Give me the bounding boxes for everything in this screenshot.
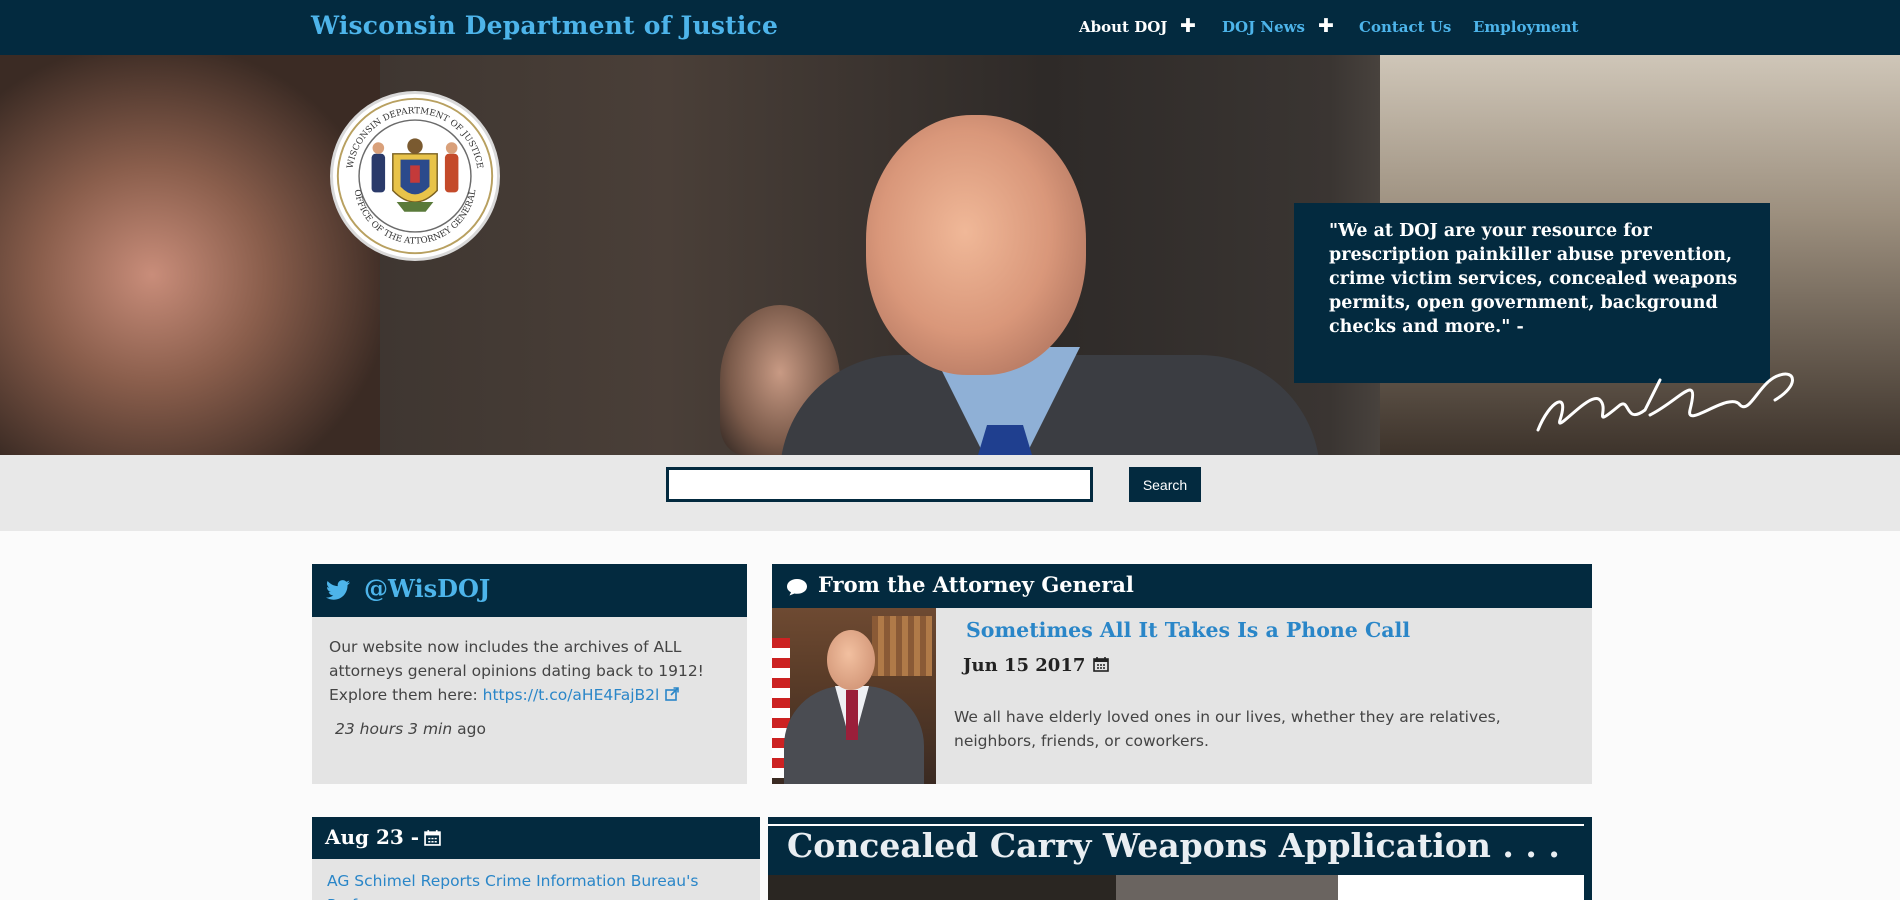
nav-employment[interactable]: Employment [1473,18,1578,36]
nav-about-doj[interactable]: About DOJ [1079,18,1167,36]
tweet-card: Our website now includes the archives of… [312,617,747,784]
tweet-text: Our website now includes the archives of… [329,635,729,707]
ag-article-title-link[interactable]: Sometimes All It Takes Is a Phone Call [966,618,1410,642]
search-button[interactable]: Search [1129,467,1201,502]
ccw-feature-title-link[interactable]: Concealed Carry Weapons Application . . … [787,826,1560,865]
twitter-icon[interactable] [326,579,350,601]
hero-photo-face [866,115,1086,375]
external-link-icon[interactable] [665,687,680,701]
twitter-panel-header: @WisDOJ [312,564,747,617]
ag-quote-box: "We at DOJ are your resource for prescri… [1294,203,1770,383]
tweet-time-elapsed: 23 hours 3 min [335,720,453,738]
twitter-handle-link[interactable]: @WisDOJ [364,574,490,603]
tweet-time-suffix: ago [452,720,486,738]
news-headline-link[interactable]: AG Schimel Reports Crime Information Bur… [327,869,745,900]
tweet-link[interactable]: https://t.co/aHE4FajB2l [483,686,660,704]
site-title-link[interactable]: Wisconsin Department of Justice [311,11,778,40]
portrait-face [827,630,875,690]
ccw-image-3 [1338,875,1584,900]
bookshelf-graphic [872,616,932,676]
calendar-icon [1093,657,1110,672]
ag-panel-header: From the Attorney General [772,564,1592,608]
calendar-icon [424,830,441,846]
tweet-timestamp: 23 hours 3 min ago [329,717,729,741]
plus-icon[interactable]: ✚ [1318,15,1334,37]
news-item-header: Aug 23 - [312,817,760,859]
speech-bubble-icon [787,579,807,596]
hero-photo-left [0,55,380,455]
nav-doj-news[interactable]: DOJ News [1222,18,1305,36]
ag-panel-title: From the Attorney General [818,572,1134,597]
plus-icon[interactable]: ✚ [1180,15,1196,37]
news-item-date: Aug 23 - [325,825,420,849]
ag-article-date-text: Jun 15 2017 [963,655,1086,676]
ag-signature [1530,360,1805,440]
search-input[interactable] [666,467,1093,502]
ag-article-excerpt: We all have elderly loved ones in our li… [954,708,1501,750]
news-item-card: AG Schimel Reports Crime Information Bur… [312,859,760,900]
ccw-image-1[interactable] [768,875,1116,900]
ag-quote-text: "We at DOJ are your resource for prescri… [1329,221,1738,337]
ag-article-date: Jun 15 2017 [963,655,1110,676]
portrait-tie [846,690,858,740]
ag-portrait-image[interactable] [772,608,936,784]
top-navbar: Wisconsin Department of Justice About DO… [0,0,1900,55]
doj-seal-logo[interactable]: WISCONSIN DEPARTMENT OF JUSTICE OFFICE O… [330,91,500,261]
nav-contact-us[interactable]: Contact Us [1359,18,1451,36]
ccw-image-2[interactable] [1116,875,1338,900]
